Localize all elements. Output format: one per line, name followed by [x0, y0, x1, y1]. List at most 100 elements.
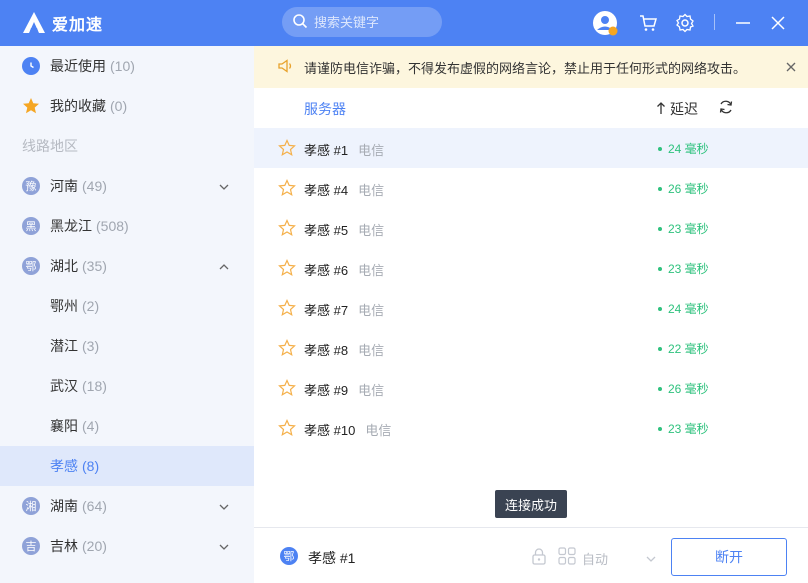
server-isp: 电信 — [358, 303, 385, 318]
sidebar-item-count: (18) — [82, 378, 107, 394]
star-outline-icon[interactable] — [278, 259, 296, 277]
province-badge: 豫 — [22, 177, 40, 195]
server-row[interactable]: 孝感 #6 电信 23 毫秒 — [254, 248, 808, 288]
sidebar-item-jilin[interactable]: 吉 吉林 (20) — [0, 526, 254, 566]
server-isp: 电信 — [358, 183, 385, 198]
sidebar-item-count: (8) — [82, 458, 100, 474]
chevron-down-icon — [218, 540, 230, 552]
column-header-server[interactable]: 服务器 — [304, 99, 346, 119]
search-box[interactable] — [282, 7, 442, 37]
cart-icon[interactable] — [635, 10, 661, 36]
server-row[interactable]: 孝感 #8 电信 22 毫秒 — [254, 328, 808, 368]
server-row[interactable]: 孝感 #7 电信 24 毫秒 — [254, 288, 808, 328]
sidebar-item-label: 河南 — [50, 178, 78, 194]
latency-dot-icon — [658, 266, 662, 271]
sidebar-item-count: (0) — [110, 98, 128, 114]
latency-dot-icon — [658, 426, 662, 431]
sidebar-item-label: 最近使用 — [50, 58, 106, 74]
sidebar-item-label: 黑龙江 — [50, 218, 92, 234]
refresh-icon[interactable] — [718, 99, 734, 115]
star-outline-icon[interactable] — [278, 179, 296, 197]
chevron-up-icon — [218, 260, 230, 272]
server-latency: 26 毫秒 — [668, 182, 709, 196]
star-outline-icon[interactable] — [278, 339, 296, 357]
latency-dot-icon — [658, 386, 662, 391]
close-icon[interactable] — [765, 10, 791, 36]
gear-icon[interactable] — [672, 10, 698, 36]
mode-select-value[interactable]: 自动 — [582, 549, 608, 568]
sidebar-item-label: 襄阳 — [50, 418, 78, 434]
minimize-icon[interactable] — [730, 10, 756, 36]
sort-arrow-up-icon — [656, 101, 666, 118]
server-row[interactable]: 孝感 #5 电信 23 毫秒 — [254, 208, 808, 248]
server-row[interactable]: 孝感 #9 电信 26 毫秒 — [254, 368, 808, 408]
speaker-icon — [278, 58, 294, 76]
toast-message: 连接成功 — [495, 490, 568, 518]
server-name: 孝感 #10 — [304, 423, 356, 438]
column-header-latency[interactable]: 延迟 — [656, 99, 698, 119]
sidebar-item-hunan[interactable]: 湘 湖南 (64) — [0, 486, 254, 526]
sidebar-item-label: 鄂州 — [50, 298, 78, 314]
chevron-down-icon — [218, 500, 230, 512]
sidebar-item-xiaogan[interactable]: 孝感 (8) — [0, 446, 254, 486]
sidebar-item-wuhan[interactable]: 武汉 (18) — [0, 366, 254, 406]
server-isp: 电信 — [358, 343, 385, 358]
star-outline-icon[interactable] — [278, 139, 296, 157]
sidebar-item-favorites[interactable]: 我的收藏 (0) — [0, 86, 254, 126]
sidebar-item-label: 我的收藏 — [50, 98, 106, 114]
star-outline-icon[interactable] — [278, 379, 296, 397]
server-latency: 22 毫秒 — [668, 342, 709, 356]
sidebar-item-hubei[interactable]: 鄂 湖北 (35) — [0, 246, 254, 286]
sidebar-item-qianjiang[interactable]: 潜江 (3) — [0, 326, 254, 366]
province-badge: 吉 — [22, 537, 40, 555]
server-isp: 电信 — [358, 223, 385, 238]
titlebar-divider — [714, 14, 715, 30]
sidebar-item-heilongjiang[interactable]: 黑 黑龙江 (508) — [0, 206, 254, 246]
sidebar-item-ezhou[interactable]: 鄂州 (2) — [0, 286, 254, 326]
sidebar-item-count: (64) — [82, 498, 107, 514]
sidebar-item-count: (10) — [110, 58, 135, 74]
close-icon[interactable] — [784, 60, 798, 74]
server-isp: 电信 — [365, 423, 392, 438]
clock-icon — [22, 57, 40, 75]
column-header-label: 延迟 — [670, 101, 698, 117]
sidebar-item-xiangyang[interactable]: 襄阳 (4) — [0, 406, 254, 446]
grid-icon[interactable] — [558, 547, 576, 565]
server-latency: 23 毫秒 — [668, 262, 709, 276]
current-province-badge: 鄂 — [280, 547, 298, 565]
server-row[interactable]: 孝感 #1 电信 24 毫秒 — [254, 128, 808, 168]
sidebar-item-label: 潜江 — [50, 338, 78, 354]
server-name: 孝感 #6 — [304, 263, 349, 278]
app-name: 爱加速 — [52, 17, 104, 34]
disconnect-button[interactable]: 断开 — [671, 538, 787, 576]
server-name: 孝感 #8 — [304, 343, 349, 358]
sidebar-item-count: (49) — [82, 178, 107, 194]
server-name: 孝感 #4 — [304, 183, 349, 198]
latency-dot-icon — [658, 346, 662, 351]
notice-text: 请谨防电信诈骗，不得发布虚假的网络言论，禁止用于任何形式的网络攻击。 — [304, 60, 747, 76]
chevron-down-icon — [218, 180, 230, 192]
sidebar-item-count: (508) — [96, 218, 129, 234]
server-isp: 电信 — [358, 263, 385, 278]
server-row[interactable]: 孝感 #4 电信 26 毫秒 — [254, 168, 808, 208]
sidebar-item-recent[interactable]: 最近使用 (10) — [0, 46, 254, 86]
star-outline-icon[interactable] — [278, 419, 296, 437]
sidebar-item-label: 吉林 — [50, 538, 78, 554]
section-title: 线路地区 — [22, 138, 78, 154]
sidebar-item-henan[interactable]: 豫 河南 (49) — [0, 166, 254, 206]
user-avatar-icon[interactable] — [592, 10, 618, 36]
connection-bar: 鄂 孝感 #1 自动 断开 — [254, 527, 808, 583]
sidebar-item-count: (2) — [82, 298, 100, 314]
lock-icon[interactable] — [530, 547, 548, 565]
server-latency: 23 毫秒 — [668, 422, 709, 436]
server-row[interactable]: 孝感 #10 电信 23 毫秒 — [254, 408, 808, 448]
star-outline-icon[interactable] — [278, 219, 296, 237]
server-latency: 26 毫秒 — [668, 382, 709, 396]
star-outline-icon[interactable] — [278, 299, 296, 317]
search-input[interactable] — [314, 14, 434, 30]
server-name: 孝感 #5 — [304, 223, 349, 238]
logo-icon — [22, 11, 46, 35]
chevron-down-icon[interactable] — [646, 552, 656, 562]
province-badge: 湘 — [22, 497, 40, 515]
latency-dot-icon — [658, 306, 662, 311]
